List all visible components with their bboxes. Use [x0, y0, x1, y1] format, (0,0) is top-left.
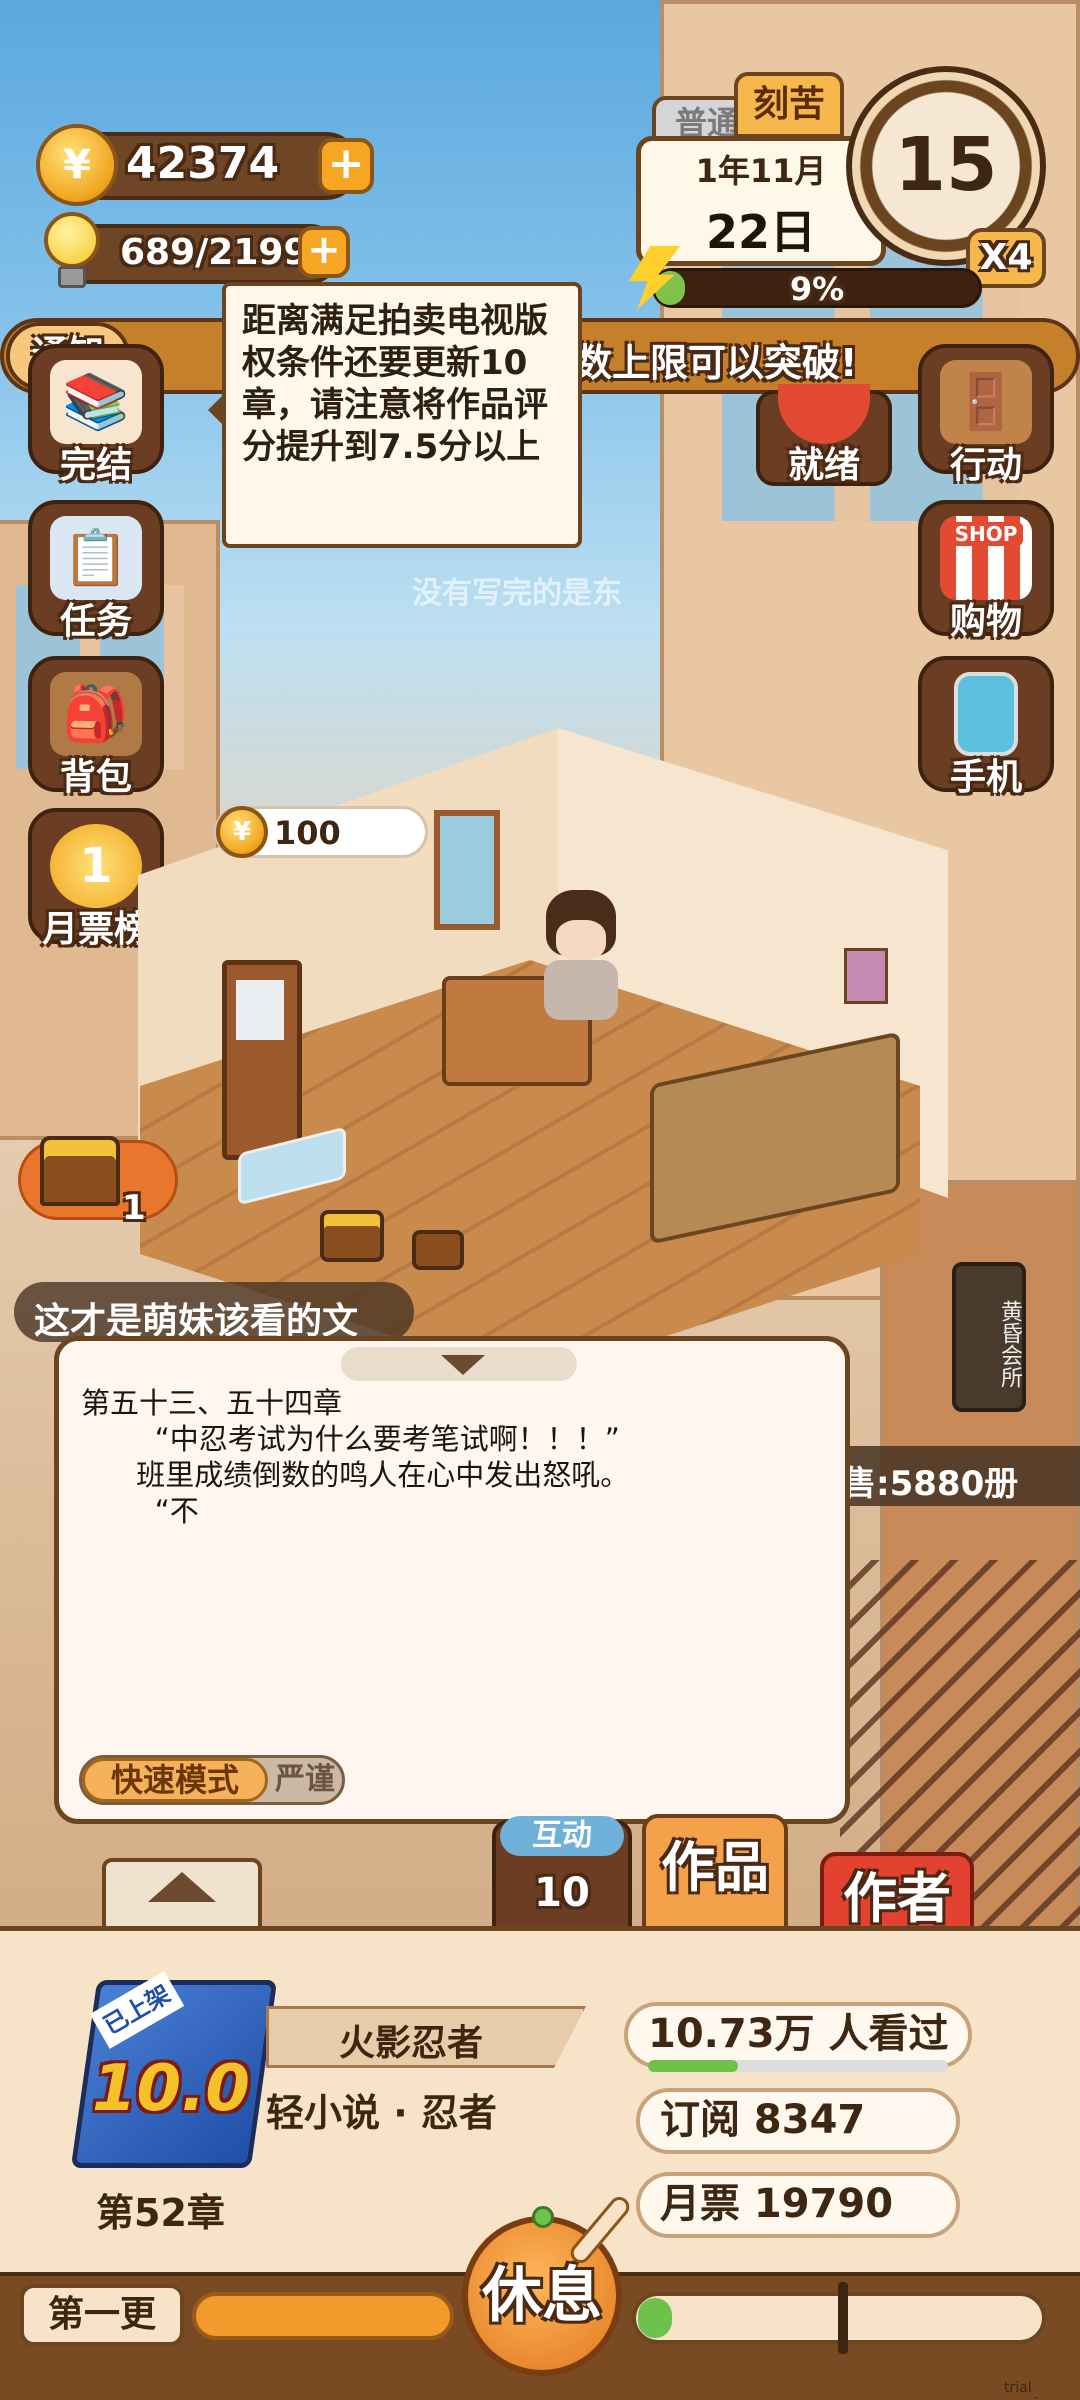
coin-icon: ¥ [36, 124, 118, 206]
balance-fill [638, 2298, 672, 2338]
update-progress-bar [192, 2292, 454, 2340]
faded-caption: 没有写完的是东 [412, 576, 622, 611]
update-label[interactable]: 第一更 [20, 2284, 184, 2346]
gold-medal-icon: 1 [50, 824, 142, 908]
chapter-line: 班里成绩倒数的鸣人在心中发出怒吼。 [81, 1458, 630, 1492]
tab-hard[interactable]: 刻苦 [734, 72, 844, 138]
progress-text: 9% [789, 270, 845, 308]
book-genre: 轻小说 · 忍者 [266, 2091, 497, 2135]
ready-label: 就绪 [787, 445, 860, 486]
chevron-up-icon [148, 1872, 216, 1902]
sales-text: 售:5880册 [842, 1464, 1019, 1504]
phone-label: 手机 [949, 757, 1022, 798]
action-label: 行动 [949, 445, 1022, 486]
writer-character[interactable] [536, 890, 626, 1020]
lightbulb-icon [40, 212, 102, 292]
door-icon: 🚪 [940, 360, 1032, 444]
chest-count: 1 [122, 1188, 146, 1228]
chapter-reader-panel[interactable]: 第五十三、五十四章 “中忍考试为什么要考笔试啊！！！” 班里成绩倒数的鸣人在心中… [54, 1336, 850, 1824]
views-stat: 10.73万 人看过 [624, 2002, 972, 2068]
strict-mode-option[interactable]: 严谨 [268, 1758, 342, 1802]
writing-mode-toggle[interactable]: 快速模式 严谨 [79, 1755, 345, 1805]
shop-stall-icon: SHOP [940, 516, 1032, 600]
subscribe-stat: 订阅 8347 [636, 2088, 960, 2154]
balance-marker[interactable] [838, 2282, 848, 2354]
views-progress-fill [648, 2060, 738, 2072]
smartphone-icon [954, 672, 1018, 756]
chapter-line: “不 [81, 1494, 199, 1528]
tab-works[interactable]: 作品 [642, 1814, 788, 1940]
clock-number: 15 [894, 122, 998, 208]
clipboard-icon: 📋 [50, 516, 142, 600]
notification-text: 数上限可以突破! [574, 341, 858, 385]
watermark: trial version [1004, 2380, 1055, 2400]
backpack-icon: 🎒 [50, 672, 142, 756]
book-chapter: 第52章 [96, 2191, 225, 2235]
book-stack-icon: 📚 [50, 360, 142, 444]
treasure-chest-icon [40, 1136, 120, 1206]
shop-label: 购物 [949, 601, 1022, 642]
book-title: 火影忍者 [338, 2023, 483, 2064]
coin-amount: 42374 [126, 138, 280, 189]
chapter-line: “中忍考试为什么要考笔试啊！！！” [81, 1422, 620, 1456]
treasure-chest-icon[interactable] [320, 1210, 384, 1262]
bar-sign: 黄昏会所 [952, 1262, 1026, 1412]
add-coins-button[interactable]: + [318, 138, 374, 194]
book-score: 10.0 [92, 2052, 250, 2126]
notification-tooltip: 距离满足拍卖电视版权条件还要更新10章，请注意将作品评分提升到7.5分以上 [208, 282, 582, 548]
add-energy-button[interactable]: + [298, 226, 350, 278]
treasure-chest-icon[interactable] [412, 1230, 464, 1270]
wall-poster [844, 948, 888, 1004]
tasks-label: 任务 [59, 601, 132, 642]
chevron-down-icon [441, 1355, 485, 1375]
door-window [236, 980, 284, 1040]
coin-icon: ¥ [216, 806, 268, 858]
fast-mode-option[interactable]: 快速模式 [82, 1758, 268, 1802]
tab-interact-label: 互动 [500, 1816, 624, 1856]
backpack-label: 背包 [59, 757, 132, 798]
energy-amount: 689/2199 [120, 232, 309, 273]
complete-label: 完结 [59, 445, 132, 486]
room-window [434, 810, 500, 930]
rest-indicator-dot [532, 2206, 554, 2228]
tab-interact-count: 10 [534, 1870, 590, 1916]
coin-bubble-amount: 100 [274, 814, 341, 852]
chapter-title: 第五十三、五十四章 [81, 1386, 343, 1420]
monthly-votes-stat: 月票 19790 [636, 2172, 960, 2238]
